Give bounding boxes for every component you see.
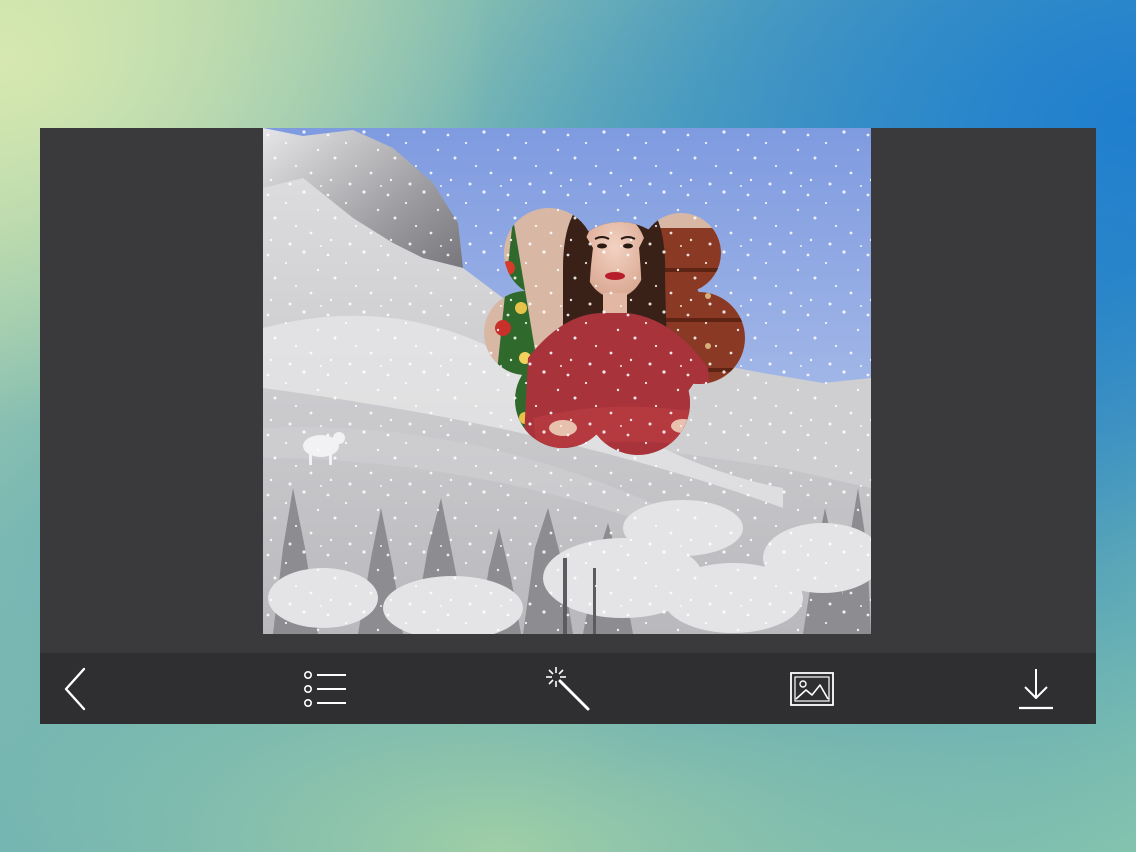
edited-photo[interactable] xyxy=(263,128,871,634)
bottom-toolbar xyxy=(40,653,1096,724)
chevron-left-icon xyxy=(64,667,86,711)
frames-list-button[interactable] xyxy=(296,661,352,717)
photo-editor-window xyxy=(40,128,1096,724)
snowy-mountain-scene xyxy=(263,128,871,634)
image-icon xyxy=(790,672,834,706)
save-button[interactable] xyxy=(1008,661,1064,717)
choose-photo-button[interactable] xyxy=(784,661,840,717)
canvas-area xyxy=(40,128,1096,653)
list-icon xyxy=(304,670,346,707)
back-button[interactable] xyxy=(48,661,104,717)
effects-button[interactable] xyxy=(540,661,596,717)
download-icon xyxy=(1019,669,1053,710)
magic-wand-icon xyxy=(546,667,590,711)
